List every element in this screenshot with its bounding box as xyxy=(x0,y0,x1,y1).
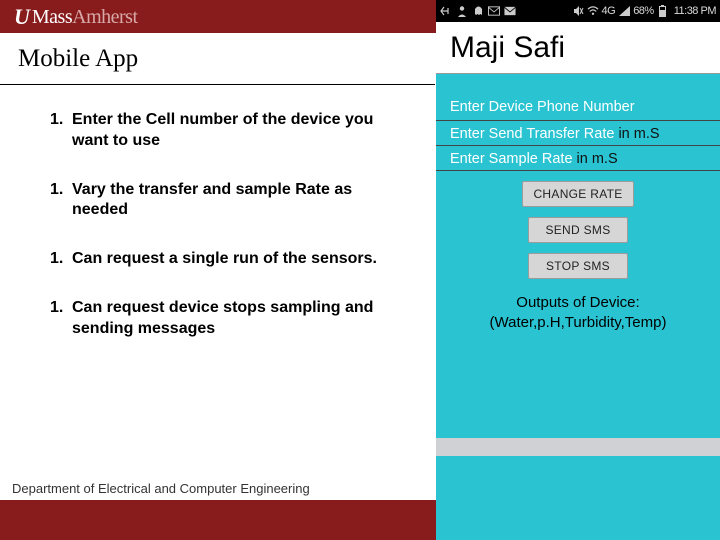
back-icon xyxy=(440,5,452,17)
slide-body: 1. Enter the Cell number of the device y… xyxy=(50,110,410,368)
phone-number-field[interactable]: Enter Device Phone Number xyxy=(436,92,720,121)
bullet-text: Can request device stops sampling and se… xyxy=(72,298,410,340)
battery-icon xyxy=(657,5,669,17)
send-sms-button[interactable]: SEND SMS xyxy=(528,217,628,243)
outputs-values: (Water,p.H,Turbidity,Temp) xyxy=(436,313,720,333)
app-title: Maji Safi xyxy=(450,31,565,65)
button-stack: CHANGE RATE SEND SMS STOP SMS xyxy=(436,181,720,279)
person-icon xyxy=(456,5,468,17)
change-rate-button[interactable]: CHANGE RATE xyxy=(522,181,633,207)
umass-logo: U Mass Amherst xyxy=(14,3,138,31)
field-suffix: in m.S xyxy=(573,151,618,167)
bullet-item: 1. Enter the Cell number of the device y… xyxy=(50,110,410,152)
wifi-icon xyxy=(587,5,599,17)
bullet-item: 1. Can request device stops sampling and… xyxy=(50,298,410,340)
app-body: Enter Device Phone Number Enter Send Tra… xyxy=(436,92,720,334)
field-suffix: in m.S xyxy=(614,126,659,142)
stop-sms-button[interactable]: STOP SMS xyxy=(528,253,628,279)
field-placeholder: Enter Send Transfer Rate xyxy=(450,126,614,142)
slide-title: Mobile App xyxy=(0,45,138,73)
logo-u: U xyxy=(14,4,30,30)
status-left-icons xyxy=(440,5,516,17)
app-title-bar: Maji Safi xyxy=(436,22,720,74)
bullet-number: 1. xyxy=(50,249,72,270)
field-placeholder: Enter Sample Rate xyxy=(450,151,573,167)
logo-amherst: Amherst xyxy=(72,6,137,29)
network-type-label: 4G xyxy=(602,5,616,17)
bullet-text: Enter the Cell number of the device you … xyxy=(72,110,410,152)
bullet-number: 1. xyxy=(50,298,72,340)
title-row: Mobile App xyxy=(0,33,435,85)
phone-bottom-strip xyxy=(436,438,720,456)
footer-dept-bar: Department of Electrical and Computer En… xyxy=(0,476,445,500)
outputs-block: Outputs of Device: (Water,p.H,Turbidity,… xyxy=(436,293,720,334)
bullet-item: 1. Vary the transfer and sample Rate as … xyxy=(50,180,410,222)
signal-icon xyxy=(618,5,630,17)
field-placeholder: Enter Device Phone Number xyxy=(450,99,635,115)
battery-percentage: 68% xyxy=(633,5,654,17)
outputs-label: Outputs of Device: xyxy=(436,293,720,313)
gmail-icon xyxy=(504,5,516,17)
bullet-item: 1. Can request a single run of the senso… xyxy=(50,249,410,270)
bullet-text: Can request a single run of the sensors. xyxy=(72,249,410,270)
android-status-bar: 4G 68% 11:38 PM xyxy=(436,0,720,22)
mute-icon xyxy=(572,5,584,17)
transfer-rate-field[interactable]: Enter Send Transfer Rate in m.S xyxy=(436,121,720,146)
phone-mockup: 4G 68% 11:38 PM Maji Safi Enter Device P… xyxy=(436,0,720,540)
bullet-text: Vary the transfer and sample Rate as nee… xyxy=(72,180,410,222)
status-right-icons: 4G 68% 11:38 PM xyxy=(572,5,717,17)
clock-label: 11:38 PM xyxy=(674,5,716,17)
bullet-number: 1. xyxy=(50,180,72,222)
slide-root: U Mass Amherst Mobile App 1. Enter the C… xyxy=(0,0,720,540)
sample-rate-field[interactable]: Enter Sample Rate in m.S xyxy=(436,146,720,171)
ghost-icon xyxy=(472,5,484,17)
bullet-number: 1. xyxy=(50,110,72,152)
department-label: Department of Electrical and Computer En… xyxy=(12,481,310,496)
spacer xyxy=(436,74,720,92)
mail-icon xyxy=(488,5,500,17)
logo-mass: Mass xyxy=(32,6,72,29)
